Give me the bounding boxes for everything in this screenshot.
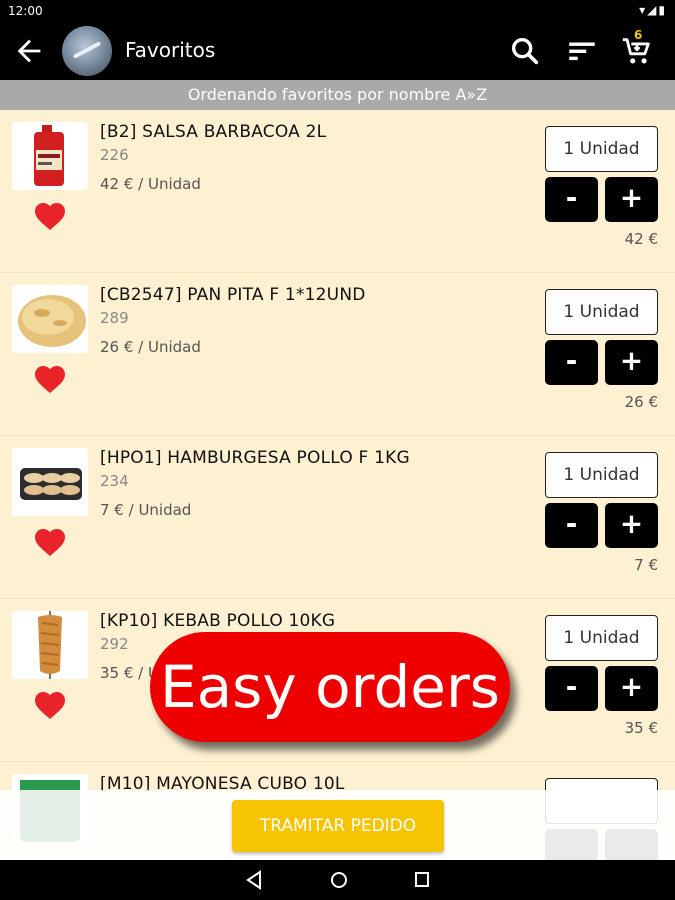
line-total: 26 € [624,393,658,411]
favorite-heart-icon[interactable] [32,361,68,395]
list-item[interactable]: [B2] SALSA BARBACOA 2L 226 42 € / Unidad… [0,110,675,273]
product-unit-price: 7 € / Unidad [100,501,192,519]
status-time: 12:00 [8,4,43,18]
product-code: 234 [100,472,129,490]
favorite-heart-icon[interactable] [32,198,68,232]
product-image-pita [12,285,88,353]
cart-badge: 6 [634,28,643,42]
sort-icon[interactable] [565,34,599,68]
decrease-button[interactable]: - [545,340,598,385]
quantity-field[interactable]: 1 Unidad [545,126,658,172]
nav-recents-icon[interactable] [413,870,431,890]
decrease-button[interactable]: - [545,666,598,711]
promo-banner: Easy orders [150,632,510,742]
decrease-button[interactable]: - [545,177,598,222]
line-total: 42 € [624,230,658,248]
product-code: 292 [100,635,129,653]
increase-button[interactable]: + [605,177,658,222]
list-item[interactable]: [HPO1] HAMBURGESA POLLO F 1KG 234 7 € / … [0,436,675,599]
product-name: [KP10] KEBAB POLLO 10KG [100,611,336,631]
nav-back-icon[interactable] [245,870,263,890]
product-unit-price: 42 € / Unidad [100,175,201,193]
back-arrow-icon[interactable] [12,34,46,68]
product-name: [B2] SALSA BARBACOA 2L [100,122,327,142]
product-image-burger [12,448,88,516]
avatar[interactable] [62,26,112,76]
status-icons: ▾◢▮ [639,3,667,17]
increase-button[interactable]: + [605,340,658,385]
nav-home-icon[interactable] [329,870,349,890]
process-order-button[interactable]: TRAMITAR PEDIDO [232,800,444,852]
line-total: 35 € [624,719,658,737]
quantity-field[interactable]: 1 Unidad [545,452,658,498]
decrease-button[interactable]: - [545,503,598,548]
line-total: 7 € [634,556,658,574]
product-unit-price: 26 € / Unidad [100,338,201,356]
increase-button[interactable]: + [605,503,658,548]
app-bar: Favoritos 6 [0,22,675,80]
increase-button[interactable]: + [605,666,658,711]
product-image-kebab [12,611,88,679]
list-item[interactable]: [CB2547] PAN PITA F 1*12UND 289 26 € / U… [0,273,675,436]
product-name: [CB2547] PAN PITA F 1*12UND [100,285,366,305]
favorite-heart-icon[interactable] [32,687,68,721]
product-code: 289 [100,309,129,327]
bottom-action-bar: TRAMITAR PEDIDO [0,790,675,860]
system-nav-bar [0,860,675,900]
search-icon[interactable] [508,34,542,68]
status-bar: 12:00 ▾◢▮ [0,0,675,22]
sort-banner: Ordenando favoritos por nombre A»Z [0,80,675,110]
quantity-field[interactable]: 1 Unidad [545,289,658,335]
favorite-heart-icon[interactable] [32,524,68,558]
product-image-sauce [12,122,88,190]
product-code: 226 [100,146,129,164]
product-name: [HPO1] HAMBURGESA POLLO F 1KG [100,448,410,468]
quantity-field[interactable]: 1 Unidad [545,615,658,661]
page-title: Favoritos [125,38,216,62]
